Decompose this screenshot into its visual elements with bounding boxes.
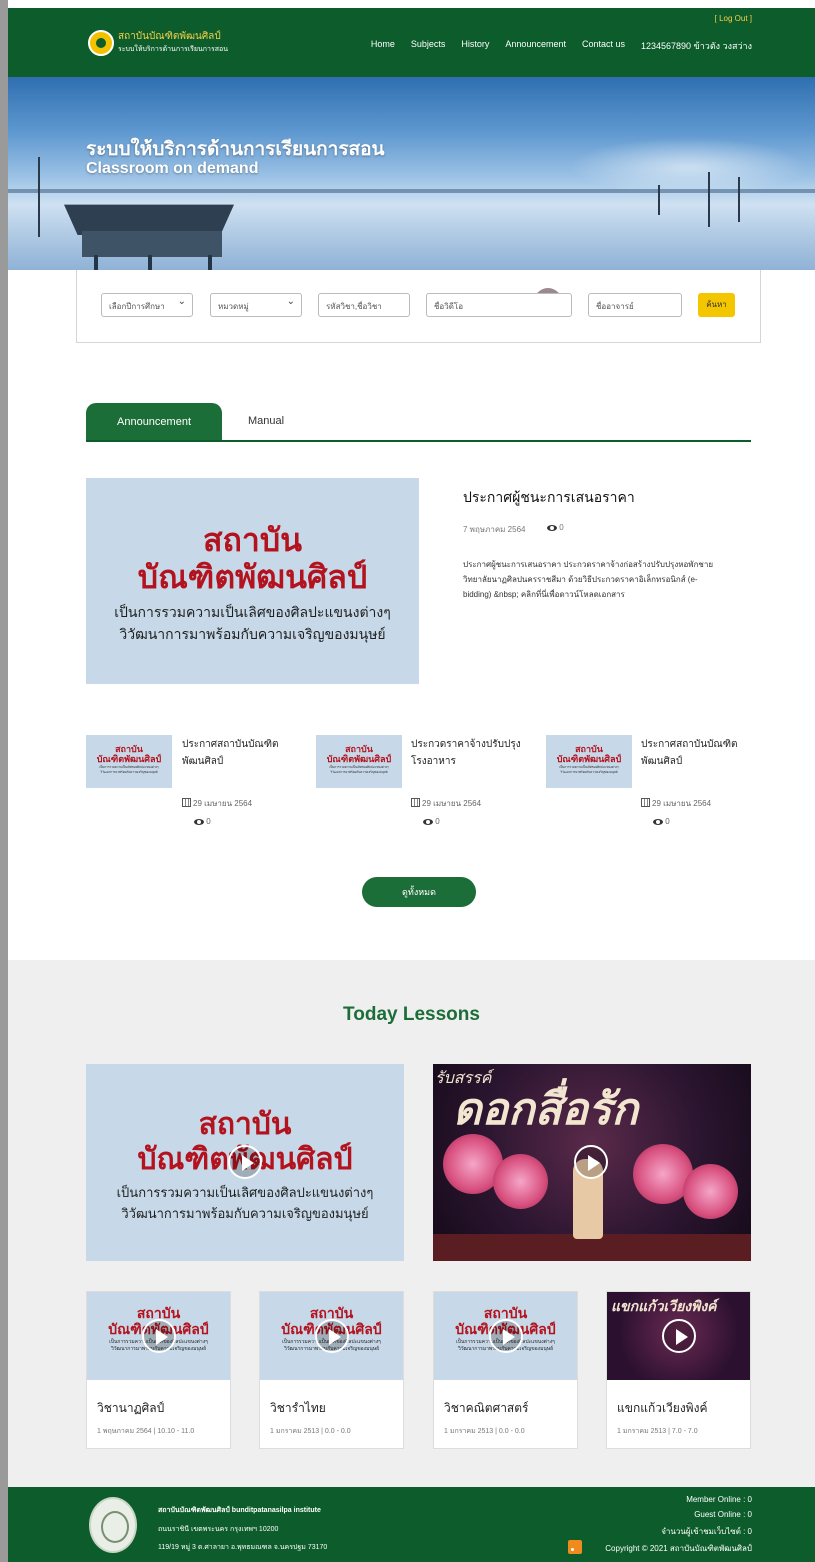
lesson-time: 1 มกราคม 2513 | 7.0 - 7.0: [617, 1428, 698, 1435]
video-name-input[interactable]: ชื่อวิดีโอ: [426, 293, 572, 317]
tab-manual[interactable]: Manual: [248, 415, 284, 427]
news-views: 0: [194, 817, 211, 826]
featured-views: 0: [547, 523, 564, 532]
tabs-underline: [86, 440, 751, 442]
hero-subtitle: Classroom on demand: [86, 160, 259, 177]
lesson-thumb[interactable]: สถาบัน บัณฑิตพัฒนศิลป์ เป็นการรวมความเป็…: [260, 1292, 403, 1380]
see-all-button[interactable]: ดูทั้งหมด: [362, 877, 476, 907]
news-date: 29 เมษายน 2564: [641, 797, 711, 810]
member-online: Member Online : 0: [686, 1495, 752, 1504]
tab-announcement[interactable]: Announcement: [86, 403, 222, 441]
hero-pole: [38, 157, 40, 237]
nav-contact[interactable]: Contact us: [582, 39, 625, 53]
nav-announcement[interactable]: Announcement: [505, 39, 566, 53]
lesson-video-main[interactable]: สถาบัน บัณฑิตพัฒนศิลป์ เป็นการรวมความเป็…: [86, 1064, 404, 1261]
hero-pole: [708, 172, 710, 227]
footer-institute-name: สถาบันบัณฑิตพัฒนศิลป์ bunditpatanasilpa …: [158, 1507, 321, 1514]
news-thumb[interactable]: สถาบัน บัณฑิตพัฒนศิลป์ เป็นการรวมความเป็…: [316, 735, 402, 788]
play-icon[interactable]: [142, 1319, 176, 1353]
hero-glow: [568, 137, 808, 197]
eye-icon: [653, 818, 663, 825]
calendar-icon: [641, 798, 650, 807]
visitor-count: จำนวนผู้เข้าชมเว็บไซต์ : 0: [661, 1527, 752, 1536]
featured-description: ประกาศผู้ชนะการเสนอราคา ประกวดราคาจ้างก่…: [463, 560, 714, 599]
copyright: Copyright © 2021 สถาบันบัณฑิตพัฒนศิลป์: [605, 1544, 752, 1553]
lesson-card[interactable]: แขกแก้วเวียงพิงค์ แขกแก้วเวียงพิงค์ 1 มก…: [606, 1291, 751, 1449]
play-icon[interactable]: [662, 1319, 696, 1353]
logo-title[interactable]: สถาบันบัณฑิตพัฒนศิลป์: [118, 31, 221, 42]
news-title[interactable]: ประกวดราคาจ้างปรับปรุงโรงอาหาร: [411, 736, 521, 770]
hero-stilt-hut: [48, 197, 248, 270]
play-icon[interactable]: [315, 1319, 349, 1353]
news-thumb[interactable]: สถาบัน บัณฑิตพัฒนศิลป์ เป็นการรวมความเป็…: [86, 735, 172, 788]
nav-user-account[interactable]: 1234567890 ข้าวตัง วงสว่าง: [641, 39, 752, 53]
news-date: 29 เมษายน 2564: [411, 797, 481, 810]
lessons-title: Today Lessons: [343, 1004, 480, 1025]
lesson-thumb[interactable]: สถาบัน บัณฑิตพัฒนศิลป์ เป็นการรวมความเป็…: [87, 1292, 230, 1380]
lesson-title[interactable]: วิชารำไทย: [270, 1399, 326, 1418]
play-icon[interactable]: [489, 1319, 523, 1353]
guest-online: Guest Online : 0: [694, 1510, 752, 1519]
footer-address-2: 119/19 หมู่ 3 ต.ศาลายา อ.พุทธมณฑล จ.นครป…: [158, 1544, 328, 1551]
institute-seal-icon: [89, 1497, 137, 1553]
play-icon[interactable]: [228, 1145, 262, 1179]
main-nav: Home Subjects History Announcement Conta…: [371, 39, 752, 53]
calendar-icon: [411, 798, 420, 807]
lesson-video-dance[interactable]: รับสรรค์ ดอกสื่อรัก: [433, 1064, 751, 1261]
news-date: 29 เมษายน 2564: [182, 797, 252, 810]
category-select[interactable]: หมวดหมู่: [210, 293, 302, 317]
teacher-name-input[interactable]: ชื่ออาจารย์: [588, 293, 682, 317]
institute-logo-icon[interactable]: [88, 30, 114, 56]
footer-address-1: ถนนราชินี เขตพระนคร กรุงเทพฯ 10200: [158, 1526, 279, 1533]
site-header: สถาบันบัณฑิตพัฒนศิลป์ ระบบให้บริการด้านก…: [8, 8, 815, 77]
site-footer: สถาบันบัณฑิตพัฒนศิลป์ bunditpatanasilpa …: [8, 1487, 815, 1562]
featured-title[interactable]: ประกาศผู้ชนะการเสนอราคา: [463, 487, 635, 509]
featured-image[interactable]: สถาบัน บัณฑิตพัฒนศิลป์ เป็นการรวมความเป็…: [86, 478, 419, 684]
hero-banner: ระบบให้บริการด้านการเรียนการสอน Classroo…: [8, 77, 815, 270]
news-views: 0: [423, 817, 440, 826]
course-search-input[interactable]: รหัสวิชา,ชื่อวิชา: [318, 293, 410, 317]
search-panel: เลือกปีการศึกษา หมวดหมู่ รหัสวิชา,ชื่อวิ…: [76, 270, 761, 343]
news-title[interactable]: ประกาศสถาบันบัณฑิตพัฒนศิลป์: [641, 736, 751, 770]
lesson-card[interactable]: สถาบัน บัณฑิตพัฒนศิลป์ เป็นการรวมความเป็…: [86, 1291, 231, 1449]
hero-pole: [658, 185, 660, 215]
news-thumb[interactable]: สถาบัน บัณฑิตพัฒนศิลป์ เป็นการรวมความเป็…: [546, 735, 632, 788]
thumb-text: แขกแก้วเวียงพิงค์: [611, 1299, 717, 1315]
eye-icon: [547, 524, 557, 531]
lesson-thumb[interactable]: สถาบัน บัณฑิตพัฒนศิลป์ เป็นการรวมความเป็…: [434, 1292, 577, 1380]
lesson-thumb[interactable]: แขกแก้วเวียงพิงค์: [607, 1292, 750, 1380]
academic-year-select[interactable]: เลือกปีการศึกษา: [101, 293, 193, 317]
lesson-title[interactable]: วิชานาฏศิลป์: [97, 1399, 164, 1418]
lesson-card[interactable]: สถาบัน บัณฑิตพัฒนศิลป์ เป็นการรวมความเป็…: [433, 1291, 578, 1449]
lesson-card[interactable]: สถาบัน บัณฑิตพัฒนศิลป์ เป็นการรวมความเป็…: [259, 1291, 404, 1449]
lesson-title[interactable]: วิชาคณิตศาสตร์: [444, 1399, 529, 1418]
eye-icon: [194, 818, 204, 825]
nav-subjects[interactable]: Subjects: [411, 39, 446, 53]
featured-date: 7 พฤษภาคม 2564: [463, 525, 526, 534]
lesson-time: 1 พฤษภาคม 2564 | 10.10 - 11.0: [97, 1428, 195, 1435]
search-button[interactable]: ค้นหา: [698, 293, 735, 317]
lesson-title[interactable]: แขกแก้วเวียงพิงค์: [617, 1399, 707, 1418]
video-text-large: ดอกสื่อรัก: [453, 1084, 639, 1135]
lesson-time: 1 มกราคม 2513 | 0.0 - 0.0: [444, 1428, 525, 1435]
calendar-icon: [182, 798, 191, 807]
news-views: 0: [653, 817, 670, 826]
news-title[interactable]: ประกาศสถาบันบัณฑิตพัฒนศิลป์: [182, 736, 292, 770]
hero-pole: [738, 177, 740, 222]
nav-home[interactable]: Home: [371, 39, 395, 53]
logo-subtitle: ระบบให้บริการด้านการเรียนการสอน: [118, 46, 228, 53]
play-icon[interactable]: [574, 1145, 608, 1179]
logout-link[interactable]: [ Log Out ]: [715, 14, 752, 23]
eye-icon: [423, 818, 433, 825]
hero-horizon: [8, 189, 815, 193]
rss-icon[interactable]: [568, 1540, 582, 1554]
lesson-time: 1 มกราคม 2513 | 0.0 - 0.0: [270, 1428, 351, 1435]
nav-history[interactable]: History: [461, 39, 489, 53]
